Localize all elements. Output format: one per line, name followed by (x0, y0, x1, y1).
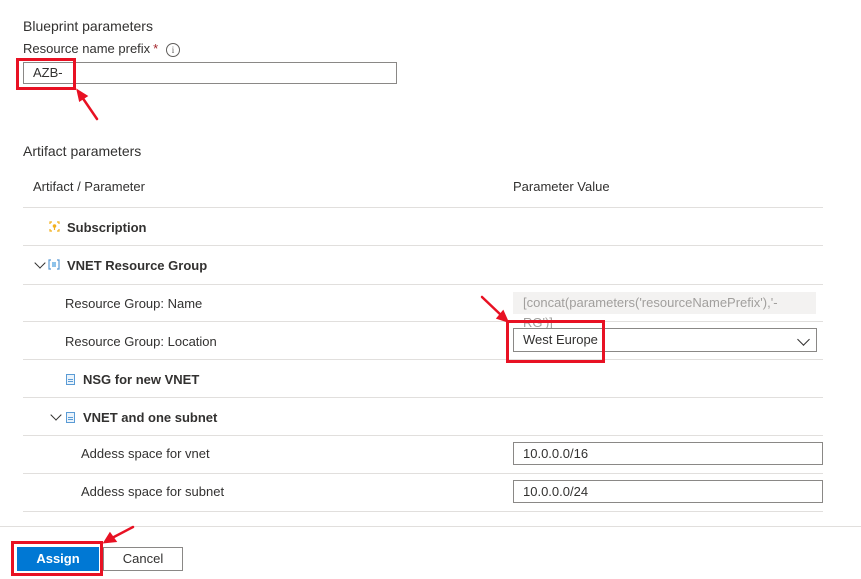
arrow-head-prefix (76, 88, 89, 103)
annotation-arrows (76, 88, 510, 544)
arrow-head-assign (102, 531, 118, 544)
arrow-to-location (480, 295, 504, 318)
arrow-to-prefix (80, 95, 99, 121)
arrow-to-assign (110, 525, 135, 540)
